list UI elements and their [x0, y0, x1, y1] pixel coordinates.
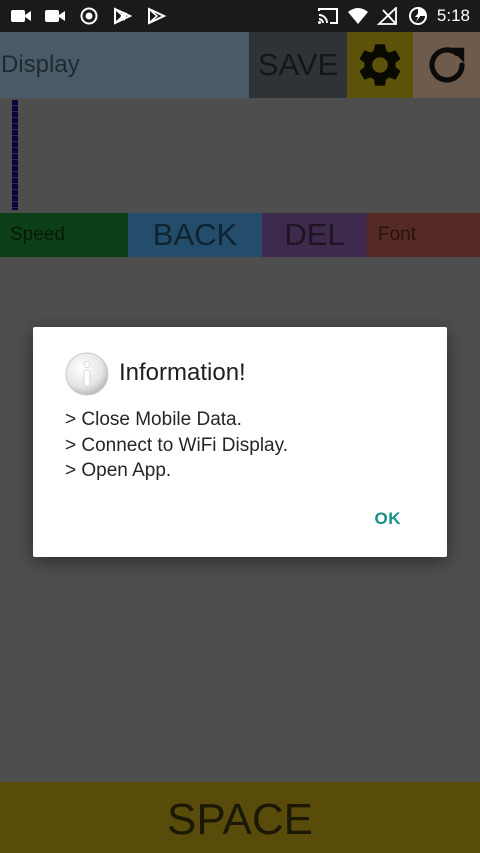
dialog-message-line: > Connect to WiFi Display. — [65, 434, 288, 456]
dialog-message-line: > Close Mobile Data. — [65, 409, 242, 430]
wifi-icon — [347, 8, 368, 24]
led-display-area[interactable] — [0, 98, 480, 213]
speed-label: Speed — [10, 224, 65, 245]
refresh-button[interactable] — [413, 32, 480, 98]
refresh-icon — [428, 47, 465, 83]
app-toolbar: Display SAVE — [0, 32, 480, 98]
data-saver-icon — [408, 7, 427, 25]
save-button[interactable]: SAVE — [249, 32, 347, 98]
info-icon — [65, 352, 109, 396]
led-cursor — [12, 100, 18, 210]
signal-icon — [376, 7, 397, 25]
play-store-icon — [148, 7, 167, 25]
font-button[interactable]: Font — [367, 213, 480, 257]
ok-button[interactable]: OK — [375, 509, 402, 529]
gear-icon — [359, 44, 401, 86]
save-label: SAVE — [257, 47, 339, 82]
back-button[interactable]: BACK — [128, 213, 262, 257]
delete-label: DEL — [284, 217, 345, 252]
status-bar-left — [10, 6, 168, 26]
delete-button[interactable]: DEL — [262, 213, 367, 257]
back-label: BACK — [152, 217, 238, 252]
cast-icon — [317, 8, 338, 24]
clock-time: 5:18 — [436, 6, 470, 25]
video-icon — [45, 10, 65, 22]
settings-button[interactable] — [347, 32, 413, 98]
status-bar-right: 5:18 — [317, 6, 470, 26]
record-icon — [80, 7, 98, 25]
font-label: Font — [378, 224, 417, 245]
video-icon — [11, 10, 31, 22]
dialog-message-line: > Open App. — [65, 460, 172, 481]
space-label: SPACE — [167, 795, 313, 844]
display-button[interactable]: Display — [0, 32, 249, 98]
space-button[interactable]: SPACE — [0, 782, 480, 853]
dialog-message: > Close Mobile Data. > Connect to WiFi D… — [65, 407, 425, 484]
control-row: Speed BACK DEL Font — [0, 213, 480, 257]
status-bar: 5:18 — [0, 0, 480, 32]
speed-button[interactable]: Speed — [0, 213, 128, 257]
display-label: Display — [1, 51, 80, 78]
dialog-title: Information! — [119, 359, 246, 386]
play-store-icon — [114, 7, 133, 25]
information-dialog: Information! > Close Mobile Data. > Conn… — [33, 327, 447, 557]
